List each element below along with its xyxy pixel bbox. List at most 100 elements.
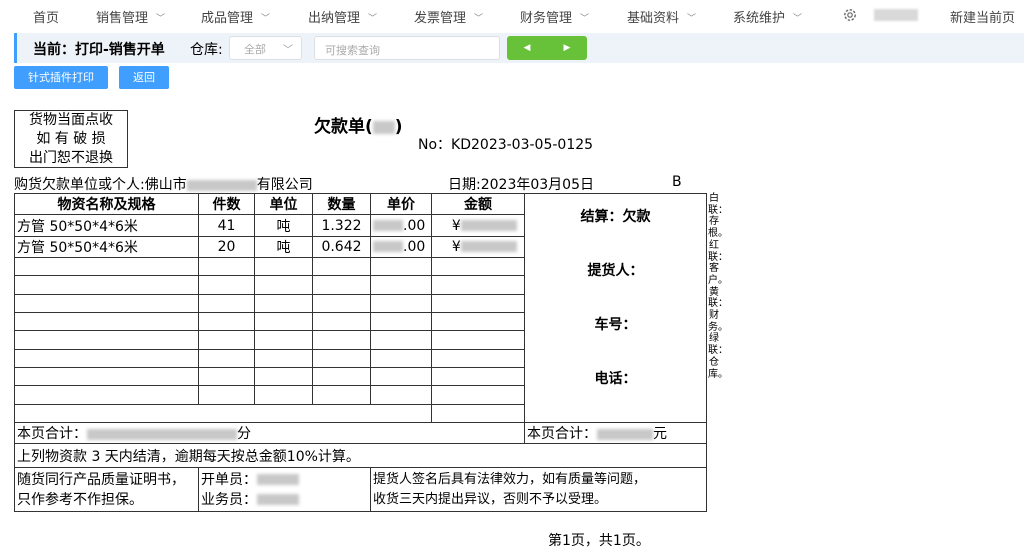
page-total-label: 本页合计： [17, 426, 87, 442]
amount-prefix: ¥ [451, 217, 461, 234]
legal-line: 提货人签名后具有法律效力，如有质量等问题， [373, 471, 647, 487]
item-amount: ¥ [431, 214, 525, 237]
stamp-line: 出门恕不退换 [29, 150, 113, 166]
user-name-redacted[interactable] [874, 9, 918, 21]
column-header: 单位 [254, 192, 313, 216]
dot-matrix-print-button[interactable]: 针式插件打印 [14, 66, 108, 89]
redacted-text [257, 494, 299, 505]
chevron-down-icon: ﹀ [283, 45, 293, 56]
redacted-text [460, 241, 517, 253]
column-header: 单价 [370, 192, 432, 216]
page-count: 第1页，共1页。 [548, 533, 650, 549]
search-input[interactable]: 可搜索查询 [314, 36, 500, 60]
item-price: .00 [370, 235, 432, 259]
nav-cashier[interactable]: 出纳管理 ﹀ [308, 7, 377, 26]
column-header: 件数 [198, 192, 255, 216]
chevron-down-icon: ﹀ [261, 14, 271, 24]
redacted-text [372, 120, 395, 134]
item-amount: ¥ [431, 235, 525, 259]
document-number: No：KD2023-03-05-0125 [418, 137, 594, 153]
search-placeholder: 可搜索查询 [325, 44, 380, 57]
payment-terms: 上列物资款 3 天内结清，逾期每天按总金额10%计算。 [14, 443, 707, 468]
document-date: 日期:2023年03月05日 [448, 177, 594, 193]
nav-invoice-label: 发票管理 [414, 11, 467, 26]
nav-products-label: 成品管理 [201, 11, 254, 26]
legal-note: 提货人签名后具有法律效力，如有质量等问题， 收货三天内提出异议，否则不予以受理。 [370, 467, 707, 512]
issuer-label: 开单员： [201, 471, 257, 488]
plate-label: 车号： [594, 317, 637, 333]
phone-label: 电话： [594, 371, 637, 387]
nav-sales[interactable]: 销售管理 ﹀ [96, 7, 165, 26]
nav-system[interactable]: 系统维护 ﹀ [733, 7, 802, 26]
breadcrumb-bar: 当前：打印-销售开单 仓库: 全部 ﹀ 可搜索查询 ◀ ▶ [14, 33, 1024, 63]
chevron-down-icon: ﹀ [156, 14, 166, 24]
copy-distribution-note: 白联：存根。红联：客户。黄联：财务。绿联：仓库。 [708, 193, 728, 380]
chevron-down-icon: ﹀ [580, 14, 590, 24]
footer-row: 随货同行产品质量证明书， 只作参考不作担保。 开单员： 业务员： 提货人签名后具有… [14, 467, 707, 512]
nav-system-label: 系统维护 [733, 11, 786, 26]
price-suffix: .00 [403, 217, 426, 234]
warehouse-select[interactable]: 全部 ﹀ [229, 36, 302, 60]
cert-line: 只作参考不作担保。 [17, 491, 143, 508]
warehouse-select-value: 全部 [244, 43, 266, 56]
nav-cashier-label: 出纳管理 [308, 11, 361, 26]
nav-sales-label: 销售管理 [96, 11, 149, 26]
nav-basic[interactable]: 基础资料 ﹀ [627, 7, 696, 26]
chevron-down-icon: ﹀ [474, 14, 484, 24]
column-header: 数量 [312, 192, 371, 216]
chevron-down-icon: ﹀ [687, 14, 697, 24]
buyer-line: 购货欠款单位或个人:佛山市 有限公司 [14, 174, 313, 194]
nav-basic-label: 基础资料 [627, 11, 680, 26]
page-total-unit: 分 [237, 426, 251, 442]
sales-label: 业务员： [201, 491, 257, 508]
chevron-down-icon: ﹀ [793, 14, 803, 24]
price-suffix: .00 [403, 238, 426, 255]
items-table: 物资名称及规格 件数 单位 数量 单价 金额 结算：欠款 提货人： 车号： 电话… [14, 192, 707, 512]
page-total-label: 本页合计： [527, 426, 597, 442]
warehouse-label: 仓库: [190, 42, 223, 58]
nav-finance[interactable]: 财务管理 ﹀ [520, 7, 589, 26]
item-name: 方管 50*50*4*6米 [14, 214, 199, 237]
redacted-text [257, 474, 299, 485]
page-total-row: 本页合计： 分 本页合计： 元 [14, 422, 707, 444]
picker-label: 提货人： [587, 263, 644, 279]
terms-row: 上列物资款 3 天内结清，逾期每天按总金额10%计算。 [14, 443, 707, 468]
redacted-text [597, 428, 653, 440]
page-total-cell: 本页合计： 分 [14, 422, 525, 444]
redacted-text [87, 428, 237, 440]
staff-cell: 开单员： 业务员： [198, 467, 371, 512]
page-total-cell: 本页合计： 元 [524, 422, 707, 444]
item-qty: 0.642 [312, 235, 371, 259]
legal-line: 收货三天内提出异议，否则不予以受理。 [373, 491, 608, 507]
chevron-down-icon: ﹀ [368, 14, 378, 24]
page-title: 当前：打印-销售开单 [33, 42, 165, 58]
sales-line: 业务员： [201, 490, 368, 510]
copy-mark: B [672, 174, 682, 190]
top-nav: 首页 销售管理 ﹀ 成品管理 ﹀ 出纳管理 ﹀ 发票管理 ﹀ 财务管理 ﹀ 基础资料 ﹀ 系… [0, 0, 1024, 30]
issuer-line: 开单员： [201, 470, 368, 490]
nav-products[interactable]: 成品管理 ﹀ [201, 7, 270, 26]
table-header-row: 物资名称及规格 件数 单位 数量 单价 金额 结算：欠款 提货人： 车号： 电话… [14, 192, 707, 423]
stamp-line: 货物当面点收 [29, 112, 113, 128]
delivery-notice-box: 货物当面点收 如 有 破 损 出门恕不退换 [14, 110, 128, 168]
redacted-text [186, 179, 257, 191]
side-info-cell: 结算：欠款 提货人： 车号： 电话： [524, 193, 707, 423]
cert-line: 随货同行产品质量证明书， [17, 471, 185, 488]
pager-buttons: ◀ ▶ [507, 36, 587, 60]
column-header: 金额 [431, 192, 525, 216]
new-current-page-link[interactable]: 新建当前页 [950, 7, 1015, 26]
caret-right-icon[interactable]: ▶ [547, 36, 587, 60]
item-count: 20 [198, 235, 255, 259]
buyer-prefix: 购货欠款单位或个人:佛山市 [14, 177, 187, 193]
back-button[interactable]: 返回 [119, 66, 169, 89]
column-header: 物资名称及规格 [14, 192, 199, 216]
nav-home[interactable]: 首页 [33, 7, 59, 26]
stamp-line: 如 有 破 损 [36, 131, 106, 147]
item-count: 41 [198, 214, 255, 237]
page-total-unit: 元 [653, 426, 667, 442]
redacted-text [373, 220, 403, 232]
nav-finance-label: 财务管理 [520, 11, 573, 26]
gear-icon[interactable] [842, 7, 858, 23]
caret-left-icon[interactable]: ◀ [507, 36, 547, 60]
nav-invoice[interactable]: 发票管理 ﹀ [414, 7, 483, 26]
